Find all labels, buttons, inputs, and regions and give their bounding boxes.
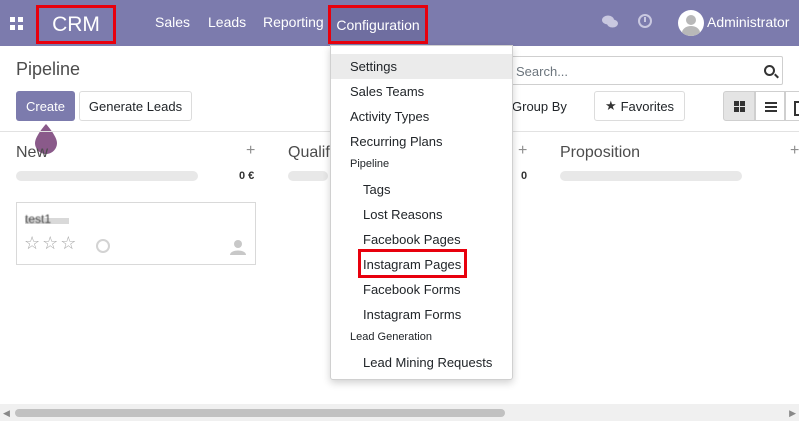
breadcrumb-pipeline: Pipeline <box>16 59 81 79</box>
favorites-label: Favorites <box>620 98 675 114</box>
user-name[interactable]: Administrator <box>707 14 789 30</box>
configuration-dropdown: Settings Sales Teams Activity Types Recu… <box>330 45 513 380</box>
favorites-button[interactable]: ★ Favorites <box>594 91 685 121</box>
column-total-new: 0 € <box>239 170 255 182</box>
chat-bubbles-icon[interactable] <box>602 15 618 29</box>
add-to-column-proposition-icon[interactable]: + <box>790 142 799 160</box>
column-progress-qualified <box>288 171 328 181</box>
scroll-right-arrow-icon[interactable]: ▶ <box>789 408 796 419</box>
group-by-button[interactable]: Group By <box>512 99 567 114</box>
apps-grid-icon[interactable] <box>10 17 23 30</box>
menu-item-activity-types[interactable]: Activity Types <box>331 104 512 129</box>
user-placeholder-icon <box>230 240 246 255</box>
column-progress-new <box>16 171 198 181</box>
horizontal-scrollbar[interactable]: ◀ ▶ <box>0 404 799 421</box>
nav-sales[interactable]: Sales <box>155 14 190 30</box>
generate-leads-button[interactable]: Generate Leads <box>79 91 192 121</box>
menu-item-settings[interactable]: Settings <box>331 54 512 79</box>
scrollbar-thumb[interactable] <box>15 409 505 417</box>
menu-item-sales-teams[interactable]: Sales Teams <box>331 79 512 104</box>
menu-item-recurring-plans[interactable]: Recurring Plans <box>331 129 512 154</box>
activity-clock-icon[interactable] <box>96 239 110 253</box>
search-input[interactable] <box>516 62 756 80</box>
add-to-column-new-icon[interactable]: + <box>246 142 255 160</box>
menu-item-instagram-forms[interactable]: Instagram Forms <box>331 302 512 327</box>
nav-reporting[interactable]: Reporting <box>263 14 324 30</box>
column-title-qualified: Qualif <box>288 144 330 161</box>
search-field[interactable] <box>510 56 783 85</box>
star-icon: ★ <box>604 98 617 113</box>
column-title-proposition: Proposition <box>560 144 641 161</box>
menu-item-lead-mining-requests[interactable]: Lead Mining Requests <box>331 350 512 375</box>
scroll-left-arrow-icon[interactable]: ◀ <box>3 408 10 419</box>
menu-header-pipeline: Pipeline <box>350 158 390 170</box>
nav-configuration[interactable]: Configuration <box>328 5 428 44</box>
menu-item-facebook-forms[interactable]: Facebook Forms <box>331 277 512 302</box>
create-button[interactable]: Create <box>16 91 75 121</box>
column-progress-proposition <box>560 171 742 181</box>
activity-clock-icon[interactable] <box>638 14 652 28</box>
card-title: test1 <box>25 212 52 226</box>
search-icon[interactable] <box>764 65 775 76</box>
list-view-button[interactable] <box>755 91 785 121</box>
nav-leads[interactable]: Leads <box>208 14 246 30</box>
user-avatar[interactable] <box>678 10 704 36</box>
priority-stars[interactable]: ☆☆☆ <box>24 233 78 254</box>
instagram-pages-highlight <box>358 249 467 278</box>
menu-item-tags[interactable]: Tags <box>331 177 512 202</box>
calendar-view-button[interactable] <box>785 91 799 121</box>
top-navbar: CRM Sales Leads Reporting Configuration … <box>0 0 799 46</box>
kanban-view-button[interactable] <box>723 91 755 121</box>
menu-header-lead-generation: Lead Generation <box>350 331 432 343</box>
kanban-grid-icon <box>734 101 745 112</box>
kanban-card[interactable]: test1 ☆☆☆ <box>16 202 256 265</box>
menu-item-lost-reasons[interactable]: Lost Reasons <box>331 202 512 227</box>
app-brand-crm[interactable]: CRM <box>36 5 116 44</box>
column-total-qualified: 0 <box>521 170 528 182</box>
add-to-column-qualified-icon[interactable]: + <box>518 142 527 160</box>
list-icon <box>765 102 777 104</box>
column-title-new: New <box>16 144 49 161</box>
